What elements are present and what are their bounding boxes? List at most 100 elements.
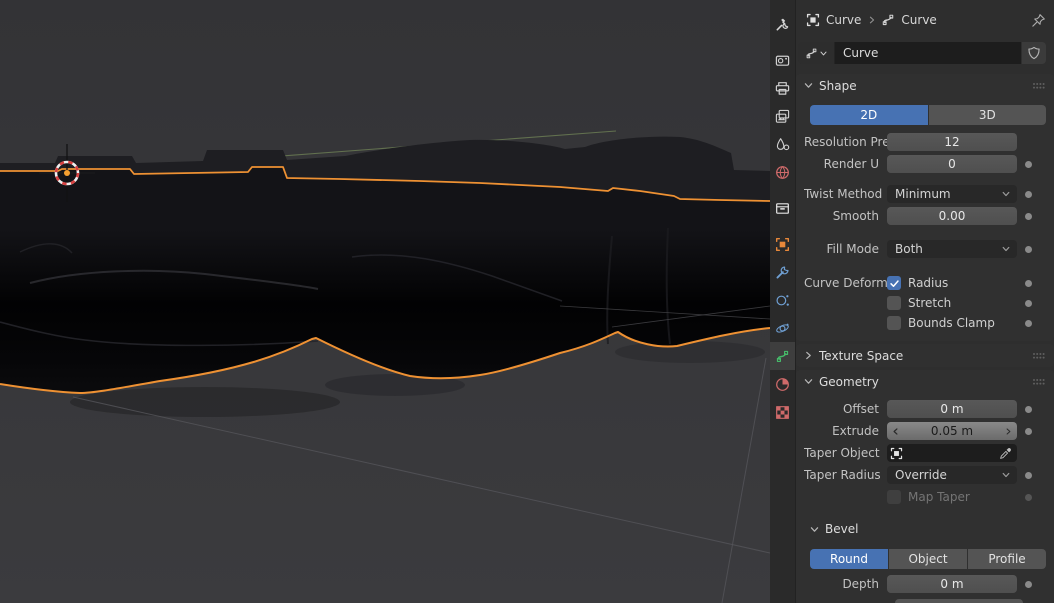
twist-method-dropdown[interactable]: Minimum xyxy=(887,185,1017,203)
decorator[interactable] xyxy=(1017,428,1040,435)
dimension-2d-button[interactable]: 2D xyxy=(810,105,928,125)
tab-physics[interactable] xyxy=(770,314,795,342)
extrude-field[interactable]: 0.05 m xyxy=(887,422,1017,440)
checkbox-label: Map Taper xyxy=(908,490,970,504)
object-icon xyxy=(890,447,903,460)
breadcrumb-object[interactable]: Curve xyxy=(826,13,861,27)
pin-icon[interactable] xyxy=(1031,13,1046,28)
decorator[interactable] xyxy=(1017,320,1040,327)
field-label: Render U xyxy=(804,157,887,171)
chevron-right-icon xyxy=(867,15,877,25)
decorator[interactable] xyxy=(1017,472,1040,479)
panel-texture-space-header[interactable]: Texture Space xyxy=(796,344,1054,367)
tab-particles[interactable] xyxy=(770,286,795,314)
tab-view-layer[interactable] xyxy=(770,102,795,130)
viewport-3d[interactable] xyxy=(0,0,770,603)
curve-deform-bounds-row: Bounds Clamp xyxy=(796,314,1054,332)
tab-modifiers[interactable] xyxy=(770,258,795,286)
field-value: 0.05 m xyxy=(931,424,973,438)
resolution-preview-row: Resolution Pre... 12 xyxy=(796,133,1054,151)
blender-window: Curve Curve Shape xyxy=(0,0,1054,603)
decorator[interactable] xyxy=(1017,406,1040,413)
bevel-mode-round-button[interactable]: Round xyxy=(810,549,888,569)
tab-world[interactable] xyxy=(770,158,795,186)
fake-user-button[interactable] xyxy=(1022,42,1046,64)
properties-main: Curve Curve Shape xyxy=(796,0,1054,603)
extrude-row: Extrude 0.05 m xyxy=(796,422,1054,440)
bevel-depth-field[interactable]: 0 m xyxy=(887,575,1017,593)
decorator[interactable] xyxy=(1017,300,1040,307)
dimension-3d-button[interactable]: 3D xyxy=(929,105,1047,125)
bevel-mode-object-button[interactable]: Object xyxy=(889,549,967,569)
offset-row: Offset 0 m xyxy=(796,400,1054,418)
stepper-left-icon[interactable] xyxy=(891,422,900,440)
field-label: Extrude xyxy=(804,424,887,438)
tab-material[interactable] xyxy=(770,370,795,398)
smooth-field[interactable]: 0.00 xyxy=(887,207,1017,225)
bounds-clamp-checkbox[interactable] xyxy=(887,316,901,330)
grip-icon[interactable] xyxy=(1032,81,1046,91)
decorator[interactable] xyxy=(1017,581,1040,588)
field-label: Twist Method xyxy=(804,187,887,201)
decorator[interactable] xyxy=(1017,191,1040,198)
taper-object-field[interactable] xyxy=(887,444,1017,462)
tab-object[interactable] xyxy=(770,230,795,258)
curve-data-icon xyxy=(881,13,895,27)
bevel-mode-profile-button[interactable]: Profile xyxy=(968,549,1046,569)
curve-data-icon xyxy=(805,47,818,60)
breadcrumb-data[interactable]: Curve xyxy=(901,13,936,27)
tab-scene[interactable] xyxy=(770,130,795,158)
chevron-down-icon xyxy=(809,524,820,535)
panel-title: Shape xyxy=(819,79,857,93)
decorator[interactable] xyxy=(1017,161,1040,168)
decorator[interactable] xyxy=(1017,246,1040,253)
panel-shape: Shape 2D3D Resolution Pre... 12 Render U… xyxy=(796,74,1054,341)
decorator[interactable] xyxy=(1017,213,1040,220)
panel-geometry-header[interactable]: Geometry xyxy=(796,370,1054,393)
panel-texture-space: Texture Space xyxy=(796,344,1054,367)
grip-icon[interactable] xyxy=(1032,377,1046,387)
checkbox-label: Radius xyxy=(908,276,948,290)
tab-render[interactable] xyxy=(770,46,795,74)
tab-texture[interactable] xyxy=(770,398,795,426)
chevron-down-icon xyxy=(1001,470,1011,480)
grip-icon[interactable] xyxy=(1032,351,1046,361)
map-taper-checkbox xyxy=(887,490,901,504)
curve-deform-radius-row: Curve Deform Radius xyxy=(796,274,1054,292)
map-taper-row: Map Taper xyxy=(796,488,1054,506)
tab-object-data[interactable] xyxy=(770,342,795,370)
fill-mode-dropdown[interactable]: Both xyxy=(887,240,1017,258)
properties-editor: Curve Curve Shape xyxy=(770,0,1054,603)
subpanel-bevel-header[interactable]: Bevel xyxy=(809,519,1054,539)
resolution-preview-field[interactable]: 12 xyxy=(887,133,1017,151)
subpanel-title: Bevel xyxy=(825,522,858,536)
panel-title: Geometry xyxy=(819,375,879,389)
tab-collection[interactable] xyxy=(770,194,795,222)
tab-tool[interactable] xyxy=(770,10,795,38)
tab-output[interactable] xyxy=(770,74,795,102)
decorator[interactable] xyxy=(1017,280,1040,287)
taper-radius-dropdown[interactable]: Override xyxy=(887,466,1017,484)
taper-radius-row: Taper Radius Override xyxy=(796,466,1054,484)
id-type-dropdown[interactable] xyxy=(798,42,834,64)
offset-field[interactable]: 0 m xyxy=(887,400,1017,418)
shield-icon xyxy=(1027,46,1041,60)
fill-mode-row: Fill Mode Both xyxy=(796,240,1054,258)
checkbox-label: Bounds Clamp xyxy=(908,316,995,330)
field-label: Depth xyxy=(804,577,887,591)
eyedropper-icon[interactable] xyxy=(999,447,1012,460)
panel-geometry: Geometry Offset 0 m Extrude 0.05 m xyxy=(796,370,1054,603)
render-u-field[interactable]: 0 xyxy=(887,155,1017,173)
chevron-down-icon xyxy=(1001,189,1011,199)
radius-checkbox[interactable] xyxy=(887,276,901,290)
panel-shape-header[interactable]: Shape xyxy=(796,74,1054,97)
field-label: Resolution Pre... xyxy=(804,135,887,149)
stretch-checkbox[interactable] xyxy=(887,296,901,310)
datablock-name-input[interactable] xyxy=(834,42,1021,64)
smooth-row: Smooth 0.00 xyxy=(796,207,1054,225)
panel-title: Texture Space xyxy=(819,349,903,363)
dropdown-value: Both xyxy=(895,242,923,256)
field-label: Offset xyxy=(804,402,887,416)
stepper-right-icon[interactable] xyxy=(1004,422,1013,440)
bevel-mode-toggle: RoundObjectProfile xyxy=(810,549,1046,569)
